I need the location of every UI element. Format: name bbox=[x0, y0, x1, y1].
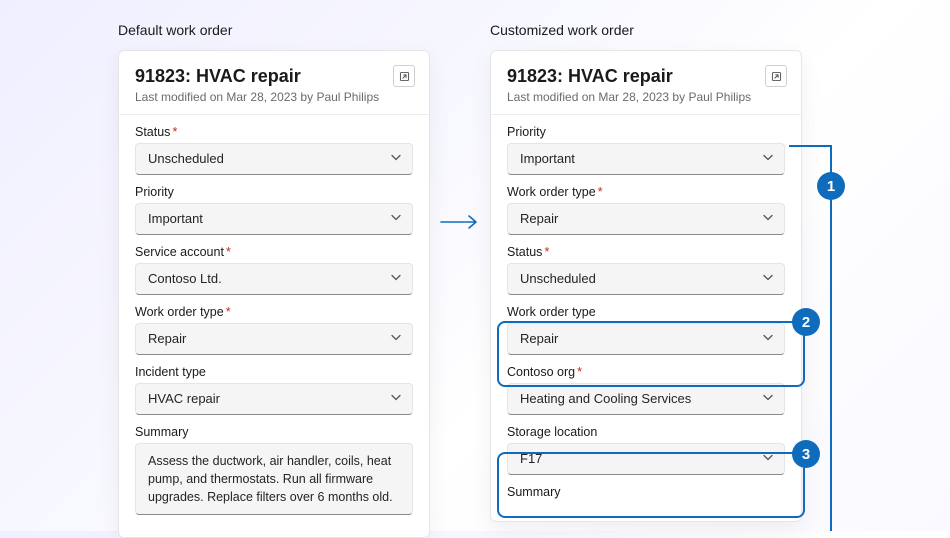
work-order-type-value: Repair bbox=[520, 211, 558, 226]
summary-label: Summary bbox=[135, 425, 413, 439]
status-label: Status* bbox=[135, 125, 413, 139]
incident-type-value: HVAC repair bbox=[148, 391, 220, 406]
priority-label: Priority bbox=[507, 125, 785, 139]
required-asterisk: * bbox=[598, 185, 603, 199]
callout-1-line-h bbox=[789, 145, 832, 147]
chevron-down-icon bbox=[390, 211, 402, 226]
service-account-field: Service account* Contoso Ltd. bbox=[135, 245, 413, 295]
chevron-down-icon bbox=[390, 391, 402, 406]
storage-location-label: Storage location bbox=[507, 425, 785, 439]
chevron-down-icon bbox=[762, 271, 774, 286]
contoso-org-value: Heating and Cooling Services bbox=[520, 391, 691, 406]
customized-card: 91823: HVAC repair Last modified on Mar … bbox=[490, 50, 802, 522]
required-asterisk: * bbox=[172, 125, 177, 139]
chevron-down-icon bbox=[762, 331, 774, 346]
summary-label: Summary bbox=[507, 485, 785, 499]
required-asterisk: * bbox=[226, 305, 231, 319]
customized-work-order-column: Customized work order 91823: HVAC repair… bbox=[490, 22, 802, 522]
priority-field: Priority Important bbox=[507, 125, 785, 175]
summary-textarea[interactable]: Assess the ductwork, air handler, coils,… bbox=[135, 443, 413, 515]
callout-bubble-2: 2 bbox=[792, 308, 820, 336]
contoso-org-select[interactable]: Heating and Cooling Services bbox=[507, 383, 785, 415]
work-order-type-value: Repair bbox=[148, 331, 186, 346]
storage-location-select[interactable]: F17 bbox=[507, 443, 785, 475]
work-order-type-select[interactable]: Repair bbox=[135, 323, 413, 355]
priority-label: Priority bbox=[135, 185, 413, 199]
chevron-down-icon bbox=[762, 391, 774, 406]
callout-bubble-1: 1 bbox=[817, 172, 845, 200]
work-order-type-field: Work order type* Repair bbox=[507, 185, 785, 235]
status-select[interactable]: Unscheduled bbox=[135, 143, 413, 175]
required-asterisk: * bbox=[577, 365, 582, 379]
service-account-select[interactable]: Contoso Ltd. bbox=[135, 263, 413, 295]
service-account-value: Contoso Ltd. bbox=[148, 271, 222, 286]
required-asterisk: * bbox=[544, 245, 549, 259]
incident-type-select[interactable]: HVAC repair bbox=[135, 383, 413, 415]
default-card: 91823: HVAC repair Last modified on Mar … bbox=[118, 50, 430, 538]
popout-icon[interactable] bbox=[765, 65, 787, 87]
chevron-down-icon bbox=[390, 331, 402, 346]
work-order-type-label: Work order type* bbox=[135, 305, 413, 319]
card-header: 91823: HVAC repair Last modified on Mar … bbox=[491, 51, 801, 115]
chevron-down-icon bbox=[762, 451, 774, 466]
contoso-org-field: Contoso org* Heating and Cooling Service… bbox=[507, 365, 785, 415]
chevron-down-icon bbox=[390, 151, 402, 166]
callout-1-line-v bbox=[830, 145, 832, 531]
transition-arrow bbox=[430, 22, 490, 232]
status-value: Unscheduled bbox=[520, 271, 596, 286]
priority-select[interactable]: Important bbox=[507, 143, 785, 175]
status-label: Status* bbox=[507, 245, 785, 259]
incident-type-field: Incident type HVAC repair bbox=[135, 365, 413, 415]
contoso-org-label: Contoso org* bbox=[507, 365, 785, 379]
work-order-type-2-field: Work order type Repair bbox=[507, 305, 785, 355]
required-asterisk: * bbox=[226, 245, 231, 259]
priority-value: Important bbox=[520, 151, 575, 166]
work-order-type-select[interactable]: Repair bbox=[507, 203, 785, 235]
summary-field: Summary Assess the ductwork, air handler… bbox=[135, 425, 413, 515]
default-heading: Default work order bbox=[118, 22, 430, 38]
status-select[interactable]: Unscheduled bbox=[507, 263, 785, 295]
summary-field: Summary bbox=[507, 485, 785, 499]
work-order-type-2-select[interactable]: Repair bbox=[507, 323, 785, 355]
storage-location-field: Storage location F17 bbox=[507, 425, 785, 475]
status-field: Status* Unscheduled bbox=[135, 125, 413, 175]
work-order-type-label: Work order type* bbox=[507, 185, 785, 199]
chevron-down-icon bbox=[762, 151, 774, 166]
priority-select[interactable]: Important bbox=[135, 203, 413, 235]
storage-location-value: F17 bbox=[520, 451, 542, 466]
work-order-type-field: Work order type* Repair bbox=[135, 305, 413, 355]
status-value: Unscheduled bbox=[148, 151, 224, 166]
popout-icon[interactable] bbox=[393, 65, 415, 87]
work-order-type-2-label: Work order type bbox=[507, 305, 785, 319]
incident-type-label: Incident type bbox=[135, 365, 413, 379]
priority-value: Important bbox=[148, 211, 203, 226]
card-body: Status* Unscheduled Priority Important S… bbox=[119, 115, 429, 537]
card-header: 91823: HVAC repair Last modified on Mar … bbox=[119, 51, 429, 115]
service-account-label: Service account* bbox=[135, 245, 413, 259]
work-order-title: 91823: HVAC repair bbox=[507, 65, 785, 88]
chevron-down-icon bbox=[762, 211, 774, 226]
priority-field: Priority Important bbox=[135, 185, 413, 235]
chevron-down-icon bbox=[390, 271, 402, 286]
status-field: Status* Unscheduled bbox=[507, 245, 785, 295]
last-modified-text: Last modified on Mar 28, 2023 by Paul Ph… bbox=[135, 90, 413, 104]
card-body: Priority Important Work order type* Repa… bbox=[491, 115, 801, 521]
customized-heading: Customized work order bbox=[490, 22, 802, 38]
last-modified-text: Last modified on Mar 28, 2023 by Paul Ph… bbox=[507, 90, 785, 104]
work-order-title: 91823: HVAC repair bbox=[135, 65, 413, 88]
default-work-order-column: Default work order 91823: HVAC repair La… bbox=[118, 22, 430, 538]
work-order-type-2-value: Repair bbox=[520, 331, 558, 346]
callout-bubble-3: 3 bbox=[792, 440, 820, 468]
